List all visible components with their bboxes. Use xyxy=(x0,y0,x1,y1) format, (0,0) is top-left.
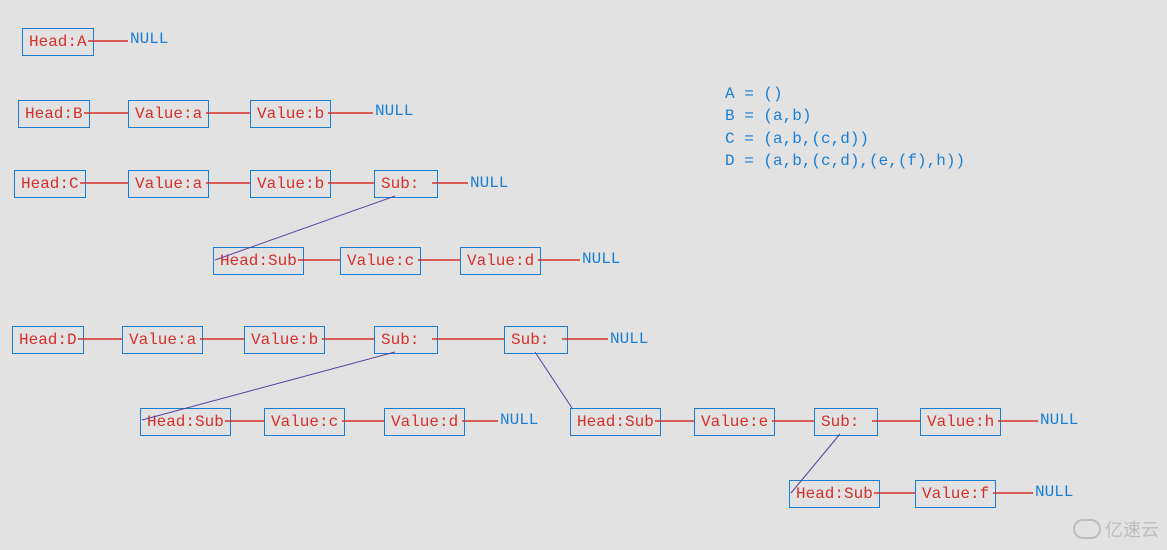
null-D-sub1: NULL xyxy=(500,411,538,429)
cloud-icon xyxy=(1073,519,1101,539)
node-C-subhead: Head:Sub xyxy=(213,247,304,275)
watermark-logo: 亿速云 xyxy=(1073,516,1159,542)
node-D-sub1-head: Head:Sub xyxy=(140,408,231,436)
node-head-A: Head:A xyxy=(22,28,94,56)
node-D-sub2-sub: Sub: xyxy=(814,408,878,436)
null-A: NULL xyxy=(130,30,168,48)
node-D-sub2-sub-v: Value:f xyxy=(915,480,996,508)
node-C-sub: Sub: xyxy=(374,170,438,198)
node-C-v1: Value:a xyxy=(128,170,209,198)
node-B-v1: Value:a xyxy=(128,100,209,128)
legend-C: C = (a,b,(c,d)) xyxy=(725,130,869,148)
node-C-sv1: Value:c xyxy=(340,247,421,275)
node-D-sub1-v1: Value:c xyxy=(264,408,345,436)
watermark-text: 亿速云 xyxy=(1105,516,1159,542)
node-D-sub1-v2: Value:d xyxy=(384,408,465,436)
node-D-sub2-sub-head: Head:Sub xyxy=(789,480,880,508)
legend-B: B = (a,b) xyxy=(725,107,811,125)
node-D-sub2-v1: Value:e xyxy=(694,408,775,436)
null-B: NULL xyxy=(375,102,413,120)
node-D-v1: Value:a xyxy=(122,326,203,354)
node-C-sv2: Value:d xyxy=(460,247,541,275)
legend: A = () B = (a,b) C = (a,b,(c,d)) D = (a,… xyxy=(725,83,965,173)
node-C-v2: Value:b xyxy=(250,170,331,198)
node-D-sub2-head: Head:Sub xyxy=(570,408,661,436)
connectors xyxy=(0,0,1167,550)
node-D-sub1: Sub: xyxy=(374,326,438,354)
node-B-v2: Value:b xyxy=(250,100,331,128)
node-head-B: Head:B xyxy=(18,100,90,128)
null-C: NULL xyxy=(470,174,508,192)
node-D-sub2: Sub: xyxy=(504,326,568,354)
diagram-canvas: { "legend": { "A": "A = ()", "B": "B = (… xyxy=(0,0,1167,550)
node-D-v2: Value:b xyxy=(244,326,325,354)
node-head-C: Head:C xyxy=(14,170,86,198)
node-D-sub2-v2: Value:h xyxy=(920,408,1001,436)
null-D-sub2-sub: NULL xyxy=(1035,483,1073,501)
null-D-sub2: NULL xyxy=(1040,411,1078,429)
legend-A: A = () xyxy=(725,85,783,103)
legend-D: D = (a,b,(c,d),(e,(f),h)) xyxy=(725,152,965,170)
null-C-sub: NULL xyxy=(582,250,620,268)
node-head-D: Head:D xyxy=(12,326,84,354)
null-D: NULL xyxy=(610,330,648,348)
